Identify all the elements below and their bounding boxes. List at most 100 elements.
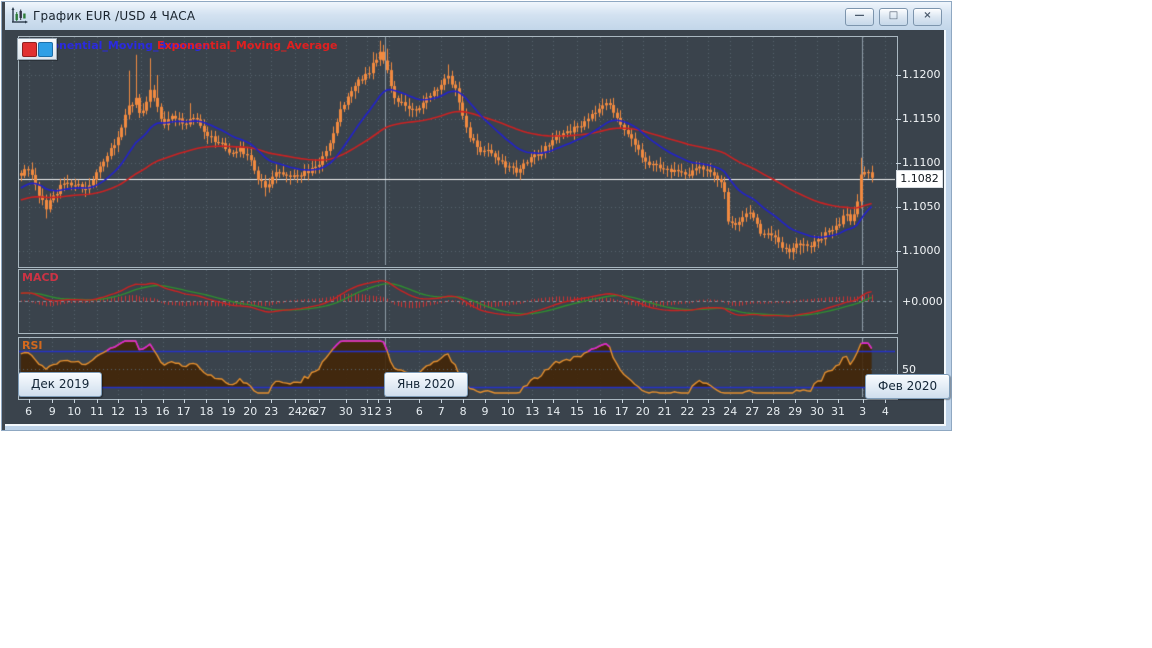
time-axis-label: 2 bbox=[374, 405, 382, 418]
time-axis-label: 13 bbox=[133, 405, 148, 418]
price-axis-tick bbox=[896, 75, 901, 76]
price-axis-label: 1.1150 bbox=[902, 112, 941, 125]
time-axis-label: 24 bbox=[287, 405, 302, 418]
price-axis-tick bbox=[896, 207, 901, 208]
price-axis-label: 1.1200 bbox=[902, 68, 941, 81]
time-axis-label: 8 bbox=[459, 405, 467, 418]
time-axis-tick bbox=[553, 399, 555, 403]
time-axis-label: 3 bbox=[859, 405, 867, 418]
time-axis-tick bbox=[183, 399, 185, 403]
maximize-button[interactable]: □ bbox=[879, 8, 908, 26]
price-axis-label: 1.1100 bbox=[902, 156, 941, 169]
time-axis-tick bbox=[795, 399, 797, 403]
indicator-button-box bbox=[17, 38, 57, 60]
time-axis-tick bbox=[642, 399, 644, 403]
time-axis-label: 20 bbox=[243, 405, 258, 418]
chart-client-area: Exponential_Moving_Average Exponential_M… bbox=[5, 30, 951, 426]
time-axis-tick bbox=[52, 399, 54, 403]
time-axis-tick bbox=[308, 399, 310, 403]
time-axis-label: 31 bbox=[359, 405, 374, 418]
time-axis-tick bbox=[250, 399, 252, 403]
period-box-jan-2020[interactable]: Янв 2020 bbox=[384, 372, 468, 397]
time-axis-label: 23 bbox=[701, 405, 716, 418]
time-axis-label: 7 bbox=[437, 405, 445, 418]
current-price-box: 1.1082 bbox=[896, 169, 943, 188]
price-axis-label: 1.1050 bbox=[902, 200, 941, 213]
close-button[interactable]: × bbox=[913, 8, 942, 26]
time-axis-tick bbox=[507, 399, 509, 403]
window-left-edge bbox=[2, 2, 5, 430]
time-axis-label: 10 bbox=[67, 405, 82, 418]
time-axis-label: 10 bbox=[500, 405, 515, 418]
time-axis-label: 15 bbox=[570, 405, 584, 418]
time-axis-label: 28 bbox=[766, 405, 781, 418]
time-axis-label: 4 bbox=[881, 405, 889, 418]
time-axis-tick bbox=[345, 399, 347, 403]
time-axis-label: 23 bbox=[264, 405, 279, 418]
period-box-dec-2019[interactable]: Дек 2019 bbox=[18, 372, 103, 397]
time-axis-tick bbox=[752, 399, 754, 403]
time-axis-label: 22 bbox=[680, 405, 695, 418]
time-axis-label: 21 bbox=[657, 405, 672, 418]
time-axis-label: 17 bbox=[614, 405, 629, 418]
time-axis-tick bbox=[621, 399, 623, 403]
window-controls: — □ × bbox=[845, 8, 942, 26]
time-axis-label: 19 bbox=[221, 405, 236, 418]
time-axis-tick bbox=[599, 399, 601, 403]
time-axis-tick bbox=[463, 399, 465, 403]
blue-indicator-button[interactable] bbox=[38, 42, 53, 57]
time-axis-label: 6 bbox=[25, 405, 33, 418]
time-axis-label: 29 bbox=[788, 405, 803, 418]
time-axis-label: 9 bbox=[48, 405, 56, 418]
time-axis-tick bbox=[817, 399, 819, 403]
price-axis-tick bbox=[896, 163, 901, 164]
price-chart-panel bbox=[18, 36, 898, 268]
macd-canvas[interactable] bbox=[19, 270, 895, 331]
window-title: График EUR /USD 4 ЧАСА bbox=[33, 9, 196, 23]
time-axis-tick bbox=[162, 399, 164, 403]
price-axis-label: 1.1000 bbox=[902, 244, 941, 257]
desktop-background: График EUR /USD 4 ЧАСА — □ × Exponential… bbox=[0, 0, 1152, 648]
time-axis-label: 3 bbox=[385, 405, 393, 418]
time-axis-label: 6 bbox=[415, 405, 423, 418]
time-axis-tick bbox=[577, 399, 578, 403]
time-axis-tick bbox=[366, 399, 368, 403]
time-axis-label: 31 bbox=[831, 405, 846, 418]
time-axis-tick bbox=[708, 399, 710, 403]
period-box-feb-2020[interactable]: Фев 2020 bbox=[865, 374, 951, 399]
time-axis-tick bbox=[419, 399, 421, 403]
time-axis-tick bbox=[664, 399, 666, 403]
time-axis-tick bbox=[319, 399, 321, 403]
time-axis-label: 13 bbox=[525, 405, 540, 418]
time-axis-tick bbox=[838, 399, 840, 403]
time-axis-label: 20 bbox=[635, 405, 650, 418]
macd-panel: MACD bbox=[18, 269, 898, 334]
rsi-label: RSI bbox=[22, 339, 43, 352]
time-axis-label: 16 bbox=[155, 405, 170, 418]
time-axis-tick bbox=[74, 399, 76, 403]
time-axis-tick bbox=[206, 399, 208, 403]
macd-zero-label: +0.000 bbox=[902, 295, 943, 308]
minimize-button[interactable]: — bbox=[845, 8, 874, 26]
time-axis-tick bbox=[485, 399, 487, 403]
time-axis-tick bbox=[140, 399, 142, 403]
time-axis-tick bbox=[862, 399, 864, 403]
time-axis-tick bbox=[96, 399, 98, 403]
price-chart-canvas[interactable] bbox=[19, 37, 895, 265]
time-axis-label: 12 bbox=[110, 405, 125, 418]
chart-window: График EUR /USD 4 ЧАСА — □ × Exponential… bbox=[1, 1, 952, 431]
time-axis-tick bbox=[730, 399, 732, 403]
time-axis-tick bbox=[441, 399, 443, 403]
time-axis-label: 24 bbox=[723, 405, 738, 418]
time-axis-tick bbox=[378, 399, 380, 403]
time-axis-label: 18 bbox=[199, 405, 214, 418]
price-axis-tick bbox=[896, 251, 901, 252]
legend-ma-slow-label: Exponential_Moving_Average bbox=[157, 39, 338, 52]
time-axis-tick bbox=[532, 399, 534, 403]
time-axis-label: 16 bbox=[592, 405, 607, 418]
time-axis-tick bbox=[28, 399, 30, 403]
time-axis-tick bbox=[773, 399, 775, 403]
time-axis-label: 30 bbox=[810, 405, 825, 418]
red-indicator-button[interactable] bbox=[22, 42, 37, 57]
title-bar[interactable]: График EUR /USD 4 ЧАСА — □ × bbox=[2, 2, 951, 30]
